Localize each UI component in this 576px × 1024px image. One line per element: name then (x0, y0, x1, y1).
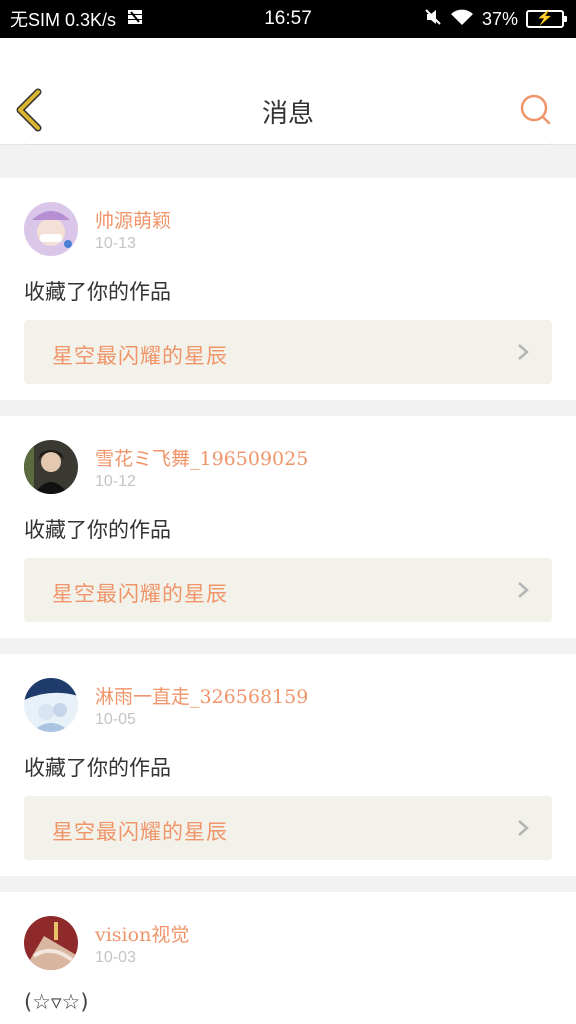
work-link[interactable]: 星空最闪耀的星辰 (24, 796, 552, 860)
search-button[interactable] (518, 92, 554, 128)
mute-icon (424, 8, 442, 31)
avatar[interactable] (24, 916, 78, 970)
message-date: 10-05 (95, 711, 136, 728)
work-title: 星空最闪耀的星辰 (52, 582, 228, 606)
avatar[interactable] (24, 202, 78, 256)
chevron-right-icon (518, 820, 529, 836)
message-text: (☆▿☆) (24, 990, 89, 1014)
search-icon (520, 94, 551, 125)
chevron-right-icon (518, 582, 529, 598)
page-title: 消息 (261, 99, 314, 129)
message-list: 帅源萌颖 10-13 收藏了你的作品 星空最闪耀的星辰 雪花ミ飞舞_196509… (0, 162, 576, 1024)
message-card: 帅源萌颖 10-13 收藏了你的作品 星空最闪耀的星辰 (0, 178, 576, 400)
username-link[interactable]: 雪花ミ飞舞_196509025 (95, 444, 308, 471)
work-link[interactable]: 星空最闪耀的星辰 (24, 320, 552, 384)
avatar[interactable] (24, 440, 78, 494)
work-link[interactable]: 星空最闪耀的星辰 (24, 558, 552, 622)
message-date: 10-13 (95, 235, 136, 252)
avatar[interactable] (24, 678, 78, 732)
header-divider (24, 142, 552, 145)
status-bar: 无SIM 0.3K/s 16:57 37% ⚡ (0, 0, 576, 38)
message-text: 收藏了你的作品 (24, 756, 171, 780)
chevron-right-icon (518, 344, 529, 360)
message-card: 淋雨一直走_326568159 10-05 收藏了你的作品 星空最闪耀的星辰 (0, 654, 576, 876)
username-link[interactable]: vision视觉 (95, 920, 189, 947)
battery-percent: 37% (481, 8, 518, 29)
username-link[interactable]: 帅源萌颖 (95, 206, 171, 233)
message-date: 10-12 (95, 473, 136, 490)
username-link[interactable]: 淋雨一直走_326568159 (95, 682, 308, 709)
status-right: 37% ⚡ (424, 0, 567, 38)
message-card: vision视觉 10-03 (☆▿☆) (0, 892, 576, 1024)
battery-icon: ⚡ (526, 9, 567, 28)
work-title: 星空最闪耀的星辰 (52, 820, 228, 844)
message-text: 收藏了你的作品 (24, 280, 171, 304)
message-date: 10-03 (95, 949, 136, 966)
work-title: 星空最闪耀的星辰 (52, 344, 228, 368)
app-header: 消息 (0, 38, 576, 145)
wifi-icon (450, 8, 474, 31)
message-text: 收藏了你的作品 (24, 518, 171, 542)
message-card: 雪花ミ飞舞_196509025 10-12 收藏了你的作品 星空最闪耀的星辰 (0, 416, 576, 638)
